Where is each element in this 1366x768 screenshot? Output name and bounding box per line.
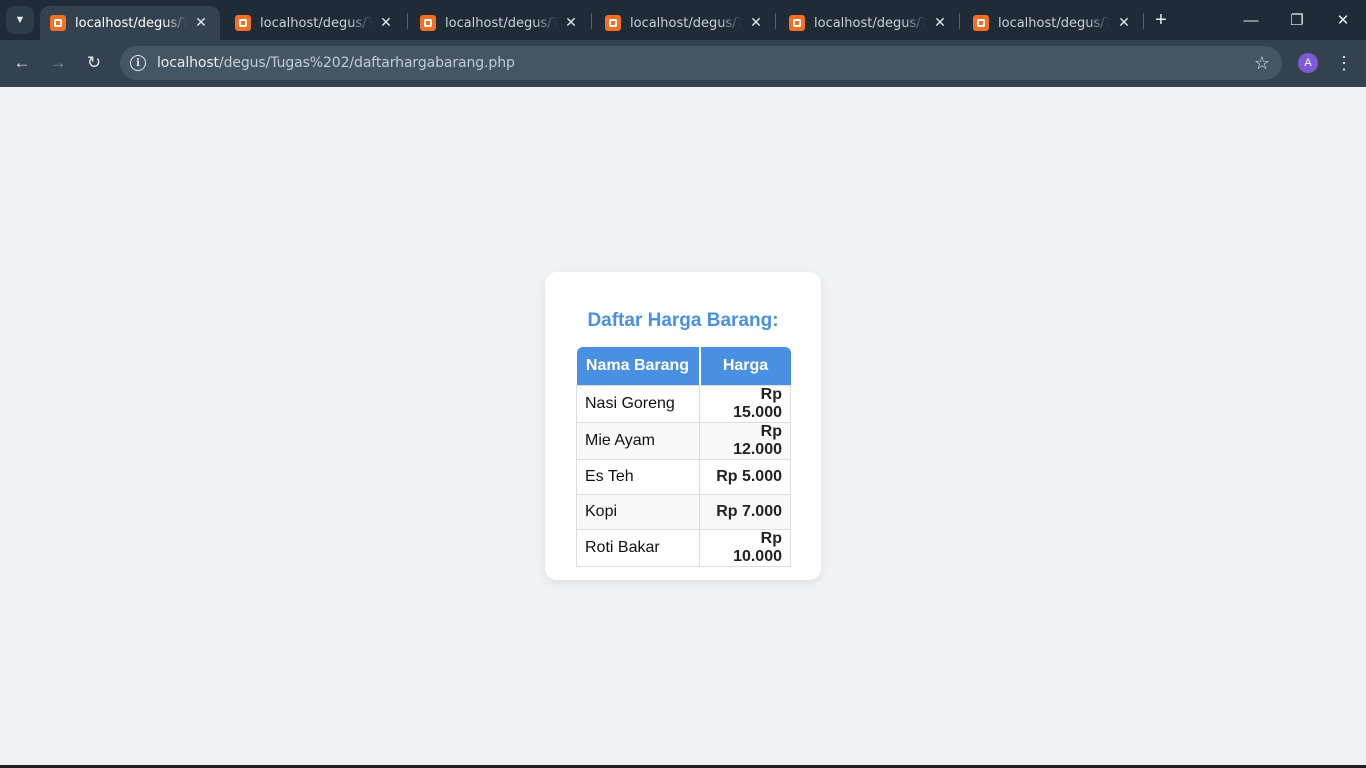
url-host: localhost	[157, 55, 219, 71]
restore-button[interactable]: ❐	[1274, 0, 1320, 40]
table-row: Kopi Rp 7.000	[576, 493, 791, 530]
item-name-cell: Kopi	[576, 493, 700, 530]
new-tab-button[interactable]: +	[1150, 9, 1172, 31]
table-header-row: Nama Barang Harga	[576, 347, 791, 385]
browser-toolbar: ← → ↻ i localhost/degus/Tugas%202/daftar…	[0, 40, 1366, 87]
xampp-favicon-icon	[605, 15, 621, 31]
table-row: Roti Bakar Rp 10.000	[576, 528, 791, 567]
close-icon[interactable]: ✕	[562, 14, 580, 32]
tab-divider	[959, 13, 960, 29]
xampp-favicon-icon	[235, 15, 251, 31]
arrow-left-icon: ←	[13, 53, 31, 72]
minimize-button[interactable]: —	[1228, 0, 1274, 40]
table-row: Mie Ayam Rp 12.000	[576, 421, 791, 460]
item-price-cell: Rp 10.000	[699, 528, 791, 567]
close-icon[interactable]: ✕	[931, 14, 949, 32]
xampp-favicon-icon	[789, 15, 805, 31]
menu-kebab-icon[interactable]: ⋮	[1334, 51, 1354, 75]
browser-tab[interactable]: localhost/degus/Tugas ✕	[963, 6, 1143, 40]
page-title: Daftar Harga Barang:	[587, 310, 779, 331]
tab-divider	[775, 13, 776, 29]
reload-icon: ↻	[86, 53, 102, 72]
close-icon: ✕	[1336, 12, 1350, 29]
item-name-cell: Mie Ayam	[576, 421, 700, 460]
tab-strip: ▼ localhost/degus/Tugas ✕ localhost/degu…	[0, 0, 1366, 40]
xampp-favicon-icon	[420, 15, 436, 31]
item-price-cell: Rp 12.000	[699, 421, 791, 460]
tab-title: localhost/degus/Tugas	[998, 15, 1110, 31]
tab-title: localhost/degus/Tugas	[75, 15, 187, 31]
item-name-cell: Roti Bakar	[576, 528, 700, 567]
item-name-cell: Es Teh	[576, 458, 700, 495]
item-price-cell: Rp 15.000	[699, 384, 791, 423]
table-row: Nasi Goreng Rp 15.000	[576, 384, 791, 423]
xampp-favicon-icon	[973, 15, 989, 31]
tab-title: localhost/degus/Tugas	[630, 15, 742, 31]
tab-divider	[1143, 13, 1144, 29]
browser-tab[interactable]: localhost/degus/Tugas ✕	[40, 6, 220, 40]
minimize-icon: —	[1243, 11, 1259, 29]
bookmark-star-icon[interactable]: ☆	[1254, 53, 1270, 74]
back-button[interactable]: ←	[8, 49, 36, 77]
tab-search-button[interactable]: ▼	[6, 6, 34, 34]
tab-title: localhost/degus/Tugas	[445, 15, 557, 31]
item-price-cell: Rp 5.000	[699, 458, 791, 495]
restore-icon: ❐	[1290, 12, 1304, 29]
item-price-cell: Rp 7.000	[699, 493, 791, 530]
chevron-down-icon: ▼	[14, 14, 26, 26]
site-info-icon[interactable]: i	[130, 55, 146, 71]
close-icon[interactable]: ✕	[747, 14, 765, 32]
window-close-button[interactable]: ✕	[1320, 0, 1366, 40]
close-icon[interactable]: ✕	[1115, 14, 1133, 32]
browser-tab[interactable]: localhost/degus/Tugas ✕	[225, 6, 405, 40]
tab-title: localhost/degus/Tugas	[260, 15, 372, 31]
price-table: Nama Barang Harga Nasi Goreng Rp 15.000 …	[576, 347, 791, 567]
table-row: Es Teh Rp 5.000	[576, 458, 791, 495]
tab-divider	[407, 13, 408, 29]
url-path: /degus/Tugas%202/daftarhargabarang.php	[218, 55, 515, 71]
forward-button[interactable]: →	[44, 49, 72, 77]
column-header-price: Harga	[699, 347, 791, 385]
item-name-cell: Nasi Goreng	[576, 384, 700, 423]
url-text[interactable]: localhost/degus/Tugas%202/daftarhargabar…	[157, 55, 515, 71]
browser-tab[interactable]: localhost/degus/Tugas ✕	[779, 6, 959, 40]
browser-tab[interactable]: localhost/degus/Tugas ✕	[595, 6, 775, 40]
reload-button[interactable]: ↻	[80, 49, 108, 77]
arrow-right-icon: →	[49, 53, 67, 72]
price-list-card: Daftar Harga Barang: Nama Barang Harga N…	[545, 272, 821, 580]
column-header-item-name: Nama Barang	[576, 347, 701, 385]
tab-divider	[591, 13, 592, 29]
xampp-favicon-icon	[50, 15, 66, 31]
tab-title: localhost/degus/Tugas	[814, 15, 926, 31]
close-icon[interactable]: ✕	[192, 14, 210, 32]
browser-tab[interactable]: localhost/degus/Tugas ✕	[410, 6, 590, 40]
profile-avatar[interactable]: A	[1298, 53, 1318, 73]
close-icon[interactable]: ✕	[377, 14, 395, 32]
address-bar[interactable]: i localhost/degus/Tugas%202/daftarhargab…	[120, 46, 1282, 80]
plus-icon: +	[1155, 9, 1167, 31]
